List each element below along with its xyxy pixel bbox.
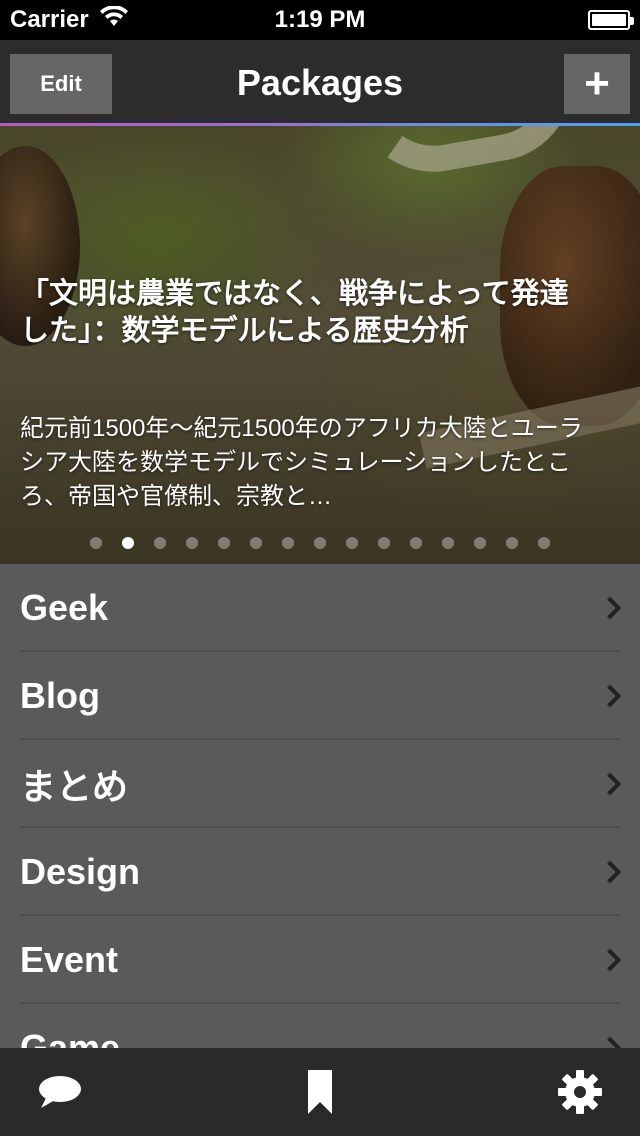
tab-bar	[0, 1048, 640, 1136]
wifi-icon	[99, 4, 129, 35]
page-control[interactable]	[0, 537, 640, 551]
list-item-label: Event	[20, 939, 119, 980]
list-item-label: Game	[20, 1027, 121, 1048]
status-bar: Carrier 1:19 PM	[0, 0, 640, 40]
page-dot[interactable]	[282, 537, 294, 549]
chevron-right-icon	[598, 1036, 622, 1048]
status-left: Carrier	[10, 4, 230, 35]
page-dot[interactable]	[442, 537, 454, 549]
edit-button[interactable]: Edit	[10, 54, 112, 114]
page-dot[interactable]	[410, 537, 422, 549]
page-dot[interactable]	[474, 537, 486, 549]
chevron-right-icon	[598, 860, 622, 884]
add-button[interactable]: +	[564, 54, 630, 114]
list-item-label: Design	[20, 851, 141, 892]
featured-article-carousel[interactable]: 「文明は農業ではなく、戦争によって発達した」：数学モデルによる歴史分析 紀元前1…	[0, 126, 640, 564]
chat-bubble-icon[interactable]	[30, 1062, 90, 1122]
list-item[interactable]: Design	[0, 828, 640, 916]
chevron-right-icon	[598, 596, 622, 620]
page-dot[interactable]	[538, 537, 550, 549]
page-dot[interactable]	[186, 537, 198, 549]
list-item[interactable]: Blog	[0, 652, 640, 740]
featured-article-description: 紀元前1500年〜紀元1500年のアフリカ大陸とユーラシア大陸を数学モデルでシミ…	[20, 415, 583, 510]
list-item[interactable]: Game	[0, 1004, 640, 1048]
chevron-right-icon	[598, 772, 622, 796]
page-dot[interactable]	[314, 537, 326, 549]
page-dot[interactable]	[218, 537, 230, 549]
page-dot[interactable]	[506, 537, 518, 549]
battery-fill	[592, 14, 626, 26]
page-dot[interactable]	[378, 537, 390, 549]
featured-article-title: 「文明は農業ではなく、戦争によって発達した」：数学モデルによる歴史分析	[20, 278, 569, 347]
chevron-right-icon	[598, 684, 622, 708]
chevron-right-icon	[598, 948, 622, 972]
page-dot[interactable]	[90, 537, 102, 549]
list-item[interactable]: Geek	[0, 564, 640, 652]
status-right	[588, 10, 634, 30]
gear-icon[interactable]	[550, 1062, 610, 1122]
list-item[interactable]: Event	[0, 916, 640, 1004]
package-list: Geek Blog まとめ Design Event Game	[0, 564, 640, 1048]
list-item-label: Geek	[20, 587, 109, 628]
bookmark-icon[interactable]	[290, 1062, 350, 1122]
list-item[interactable]: まとめ	[0, 740, 640, 828]
app-screen: Carrier 1:19 PM Edit Packages + 「文明は農業では…	[0, 0, 640, 1136]
list-item-label: まとめ	[20, 766, 129, 807]
battery-icon	[588, 10, 634, 30]
page-dot[interactable]	[250, 537, 262, 549]
list-item-label: Blog	[20, 675, 100, 716]
navigation-bar: Edit Packages +	[0, 40, 640, 126]
page-dot[interactable]	[346, 537, 358, 549]
page-dot[interactable]	[154, 537, 166, 549]
page-dot[interactable]	[122, 537, 134, 549]
carrier-label: Carrier	[10, 6, 89, 33]
